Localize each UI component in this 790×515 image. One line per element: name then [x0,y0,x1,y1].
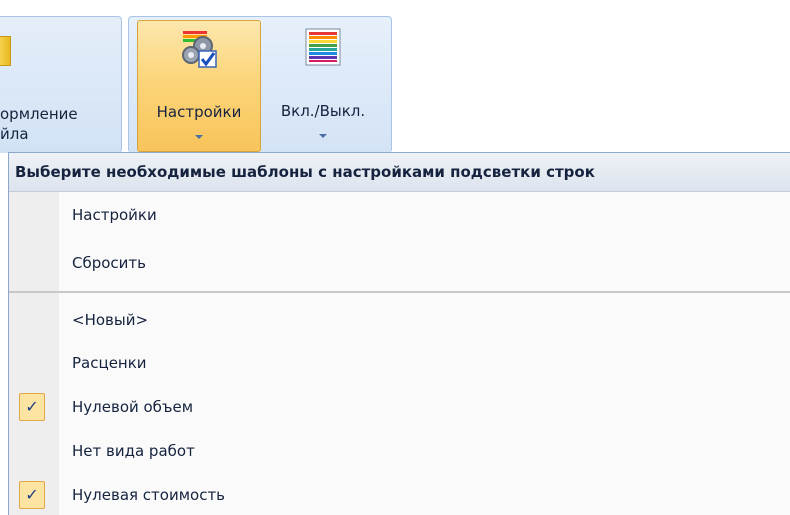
menu-item-settings[interactable]: Настройки [9,195,790,235]
toggle-button-label: Вкл./Выкл. [280,102,366,120]
menu-item-label: Настройки [72,206,157,224]
left-button-label-line2[interactable]: йла [0,124,29,144]
menu-item-template-no-work-type[interactable]: Нет вида работ [9,431,790,471]
menu-item-template-zero-cost[interactable]: ✓ Нулевая стоимость [9,475,790,515]
chevron-down-icon [195,135,203,139]
menu-item-label: Сбросить [72,254,146,272]
menu-separator [9,291,790,293]
rainbow-lines-icon [305,28,341,70]
folder-icon[interactable] [0,36,11,66]
chevron-down-icon [319,134,327,138]
menu-item-reset[interactable]: Сбросить [9,243,790,283]
menu-item-template-rates[interactable]: Расценки [9,343,790,383]
checkmark-icon: ✓ [19,393,45,421]
menu-item-template-new[interactable]: <Новый> [9,300,790,340]
settings-button-label: Настройки [156,103,242,121]
checkmark-icon: ✓ [19,481,45,509]
left-button-label-line1[interactable]: ормление [0,104,78,124]
menu-item-template-zero-volume[interactable]: ✓ Нулевой объем [9,387,790,427]
menu-item-label: Нулевой объем [72,398,194,416]
menu-item-label: Нулевая стоимость [72,486,226,504]
ribbon: ормление йла Настройки Вкл./Выкл. [0,0,790,153]
menu-item-label: <Новый> [72,311,149,329]
menu-header: Выберите необходимые шаблоны с настройка… [9,153,790,192]
toggle-dropdown-button[interactable]: Вкл./Выкл. [262,20,384,152]
settings-gear-check-icon [179,29,219,73]
settings-dropdown-button[interactable]: Настройки [137,20,261,152]
highlight-templates-menu: Выберите необходимые шаблоны с настройка… [8,152,790,515]
menu-item-label: Нет вида работ [72,442,195,460]
menu-item-label: Расценки [72,354,147,372]
